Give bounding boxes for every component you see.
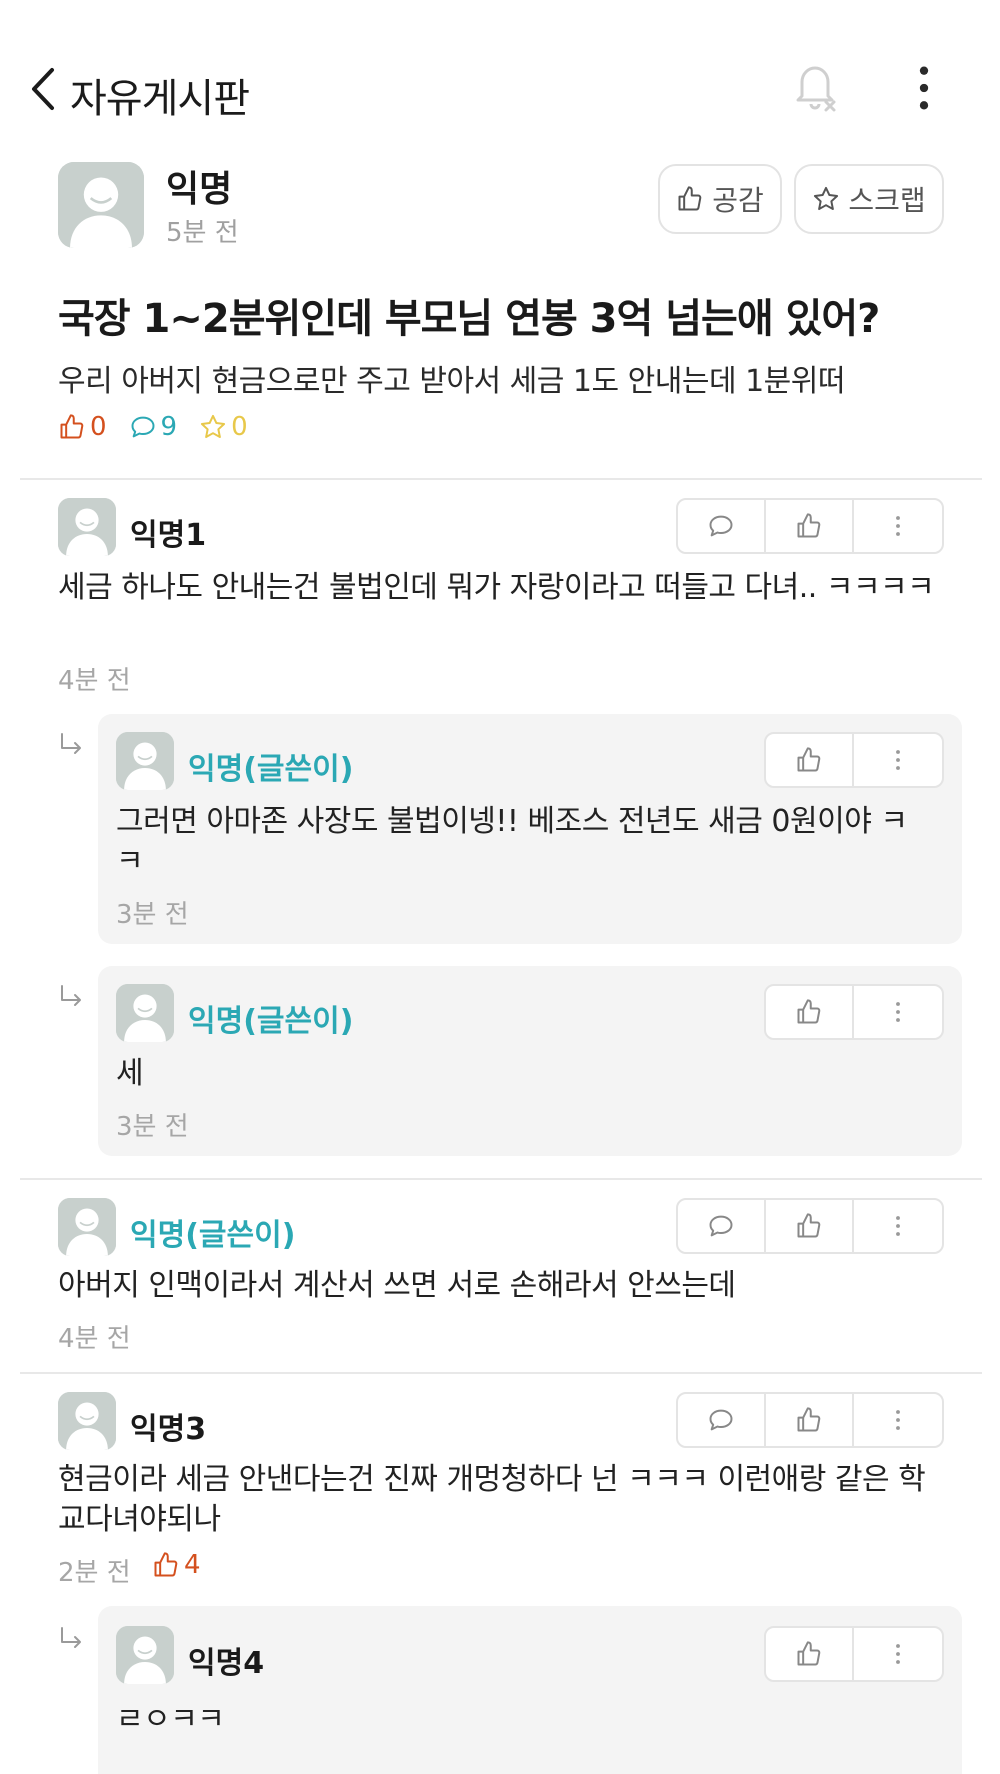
thumbs-up-icon xyxy=(676,185,704,213)
comment-like-count: 4 xyxy=(152,1550,201,1580)
comment-like-button[interactable] xyxy=(766,734,854,786)
like-count: 0 xyxy=(58,412,107,442)
avatar xyxy=(116,732,174,790)
scrap-count-value: 0 xyxy=(231,412,248,442)
star-icon xyxy=(812,185,840,213)
comment-more-button[interactable] xyxy=(854,986,942,1038)
comment-more-button[interactable] xyxy=(854,1628,942,1680)
comment-like-count-value: 4 xyxy=(184,1550,201,1580)
post-author: 익명 xyxy=(166,169,233,210)
comment-author: 익명3 xyxy=(130,1412,207,1447)
comment-count-value: 9 xyxy=(160,412,178,442)
divider xyxy=(20,1372,982,1374)
scrap-button-label: 스크랩 xyxy=(848,184,926,217)
like-button[interactable]: 공감 xyxy=(658,164,782,234)
comment-time: 4분 전 xyxy=(58,1324,131,1354)
back-icon[interactable] xyxy=(26,64,60,114)
avatar xyxy=(58,1198,116,1256)
comment-actions xyxy=(764,1626,944,1682)
avatar xyxy=(58,162,144,248)
comment-text: 세금 하나도 안내는건 불법인데 뭐가 자랑이라고 떠들고 다녀.. ㅋㅋㅋㅋ xyxy=(58,570,935,605)
comment-text: ㄹㅇㅋㅋ xyxy=(116,1702,225,1728)
comment-actions xyxy=(764,732,944,788)
avatar xyxy=(116,984,174,1042)
more-vertical-icon xyxy=(894,1407,902,1433)
comment-text: 세 xyxy=(116,1056,144,1091)
bell-off-icon[interactable] xyxy=(790,60,840,114)
comment-icon xyxy=(707,1406,735,1434)
comment-time: 4분 전 xyxy=(58,666,131,696)
post-time: 5분 전 xyxy=(166,218,239,248)
reply-arrow-icon xyxy=(58,1626,84,1652)
comment-author-op: 익명(글쓴이) xyxy=(188,1004,354,1039)
comment-more-button[interactable] xyxy=(854,734,942,786)
like-count-value: 0 xyxy=(90,412,107,442)
thumbs-up-icon xyxy=(795,1640,823,1668)
avatar xyxy=(58,1392,116,1450)
comment-like-button[interactable] xyxy=(766,1628,854,1680)
thumbs-up-icon xyxy=(58,413,86,441)
thumbs-up-icon xyxy=(795,998,823,1026)
like-button-label: 공감 xyxy=(712,184,764,217)
reply-arrow-icon xyxy=(58,732,84,758)
comment-actions xyxy=(676,1392,944,1448)
post-body: 우리 아버지 현금으로만 주고 받아서 세금 1도 안내는데 1분위떠 xyxy=(58,364,845,399)
comment-text: 아버지 인맥이라서 계산서 쓰면 서로 손해라서 안쓰는데 xyxy=(58,1268,736,1303)
comment-author: 익명4 xyxy=(188,1646,265,1681)
reply-arrow-icon xyxy=(58,984,84,1010)
comment-text: 현금이라 세금 안낸다는건 진짜 개멍청하다 넌 ㅋㅋㅋ 이런애랑 같은 학교다… xyxy=(58,1462,926,1537)
scrap-button[interactable]: 스크랩 xyxy=(794,164,944,234)
board-title: 자유게시판 xyxy=(70,76,250,122)
comment-like-button[interactable] xyxy=(766,986,854,1038)
more-vertical-icon[interactable] xyxy=(914,62,934,114)
scrap-count: 0 xyxy=(199,412,248,442)
comment-text: 그러면 아마존 사장도 불법이넹!! 베조스 전년도 새금 0원이야 ㅋㅋ xyxy=(116,804,908,879)
comment-time: 3분 전 xyxy=(116,1112,189,1142)
comment-like-button[interactable] xyxy=(766,1200,854,1252)
comment-actions xyxy=(676,1198,944,1254)
comment-icon xyxy=(129,413,157,441)
more-vertical-icon xyxy=(894,513,902,539)
comment-author-op: 익명(글쓴이) xyxy=(188,752,354,787)
comment-icon xyxy=(707,1212,735,1240)
thumbs-up-icon xyxy=(795,746,823,774)
more-vertical-icon xyxy=(894,747,902,773)
avatar xyxy=(116,1626,174,1684)
reply-button[interactable] xyxy=(678,1394,766,1446)
comment-like-button[interactable] xyxy=(766,1394,854,1446)
avatar xyxy=(58,498,116,556)
thumbs-up-icon xyxy=(152,1551,180,1579)
thumbs-up-icon xyxy=(795,512,823,540)
more-vertical-icon xyxy=(894,1213,902,1239)
comment-actions xyxy=(764,984,944,1040)
more-vertical-icon xyxy=(894,1641,902,1667)
thumbs-up-icon xyxy=(795,1406,823,1434)
post-stats: 0 9 0 xyxy=(58,412,270,442)
thumbs-up-icon xyxy=(795,1212,823,1240)
post-title: 국장 1~2분위인데 부모님 연봉 3억 넘는애 있어? xyxy=(58,296,880,342)
comment-more-button[interactable] xyxy=(854,500,942,552)
comment-time: 3분 전 xyxy=(116,900,189,930)
comment-author: 익명1 xyxy=(130,518,207,553)
star-icon xyxy=(199,413,227,441)
comment-more-button[interactable] xyxy=(854,1394,942,1446)
comment-icon xyxy=(707,512,735,540)
comment-time: 2분 전 xyxy=(58,1558,131,1588)
comment-like-button[interactable] xyxy=(766,500,854,552)
divider xyxy=(20,478,982,480)
comment-count: 9 xyxy=(129,412,178,442)
reply-button[interactable] xyxy=(678,500,766,552)
comment-author-op: 익명(글쓴이) xyxy=(130,1218,296,1253)
more-vertical-icon xyxy=(894,999,902,1025)
comment-actions xyxy=(676,498,944,554)
reply-button[interactable] xyxy=(678,1200,766,1252)
app-header: 자유게시판 xyxy=(0,40,1000,140)
comment-more-button[interactable] xyxy=(854,1200,942,1252)
divider xyxy=(20,1178,982,1180)
